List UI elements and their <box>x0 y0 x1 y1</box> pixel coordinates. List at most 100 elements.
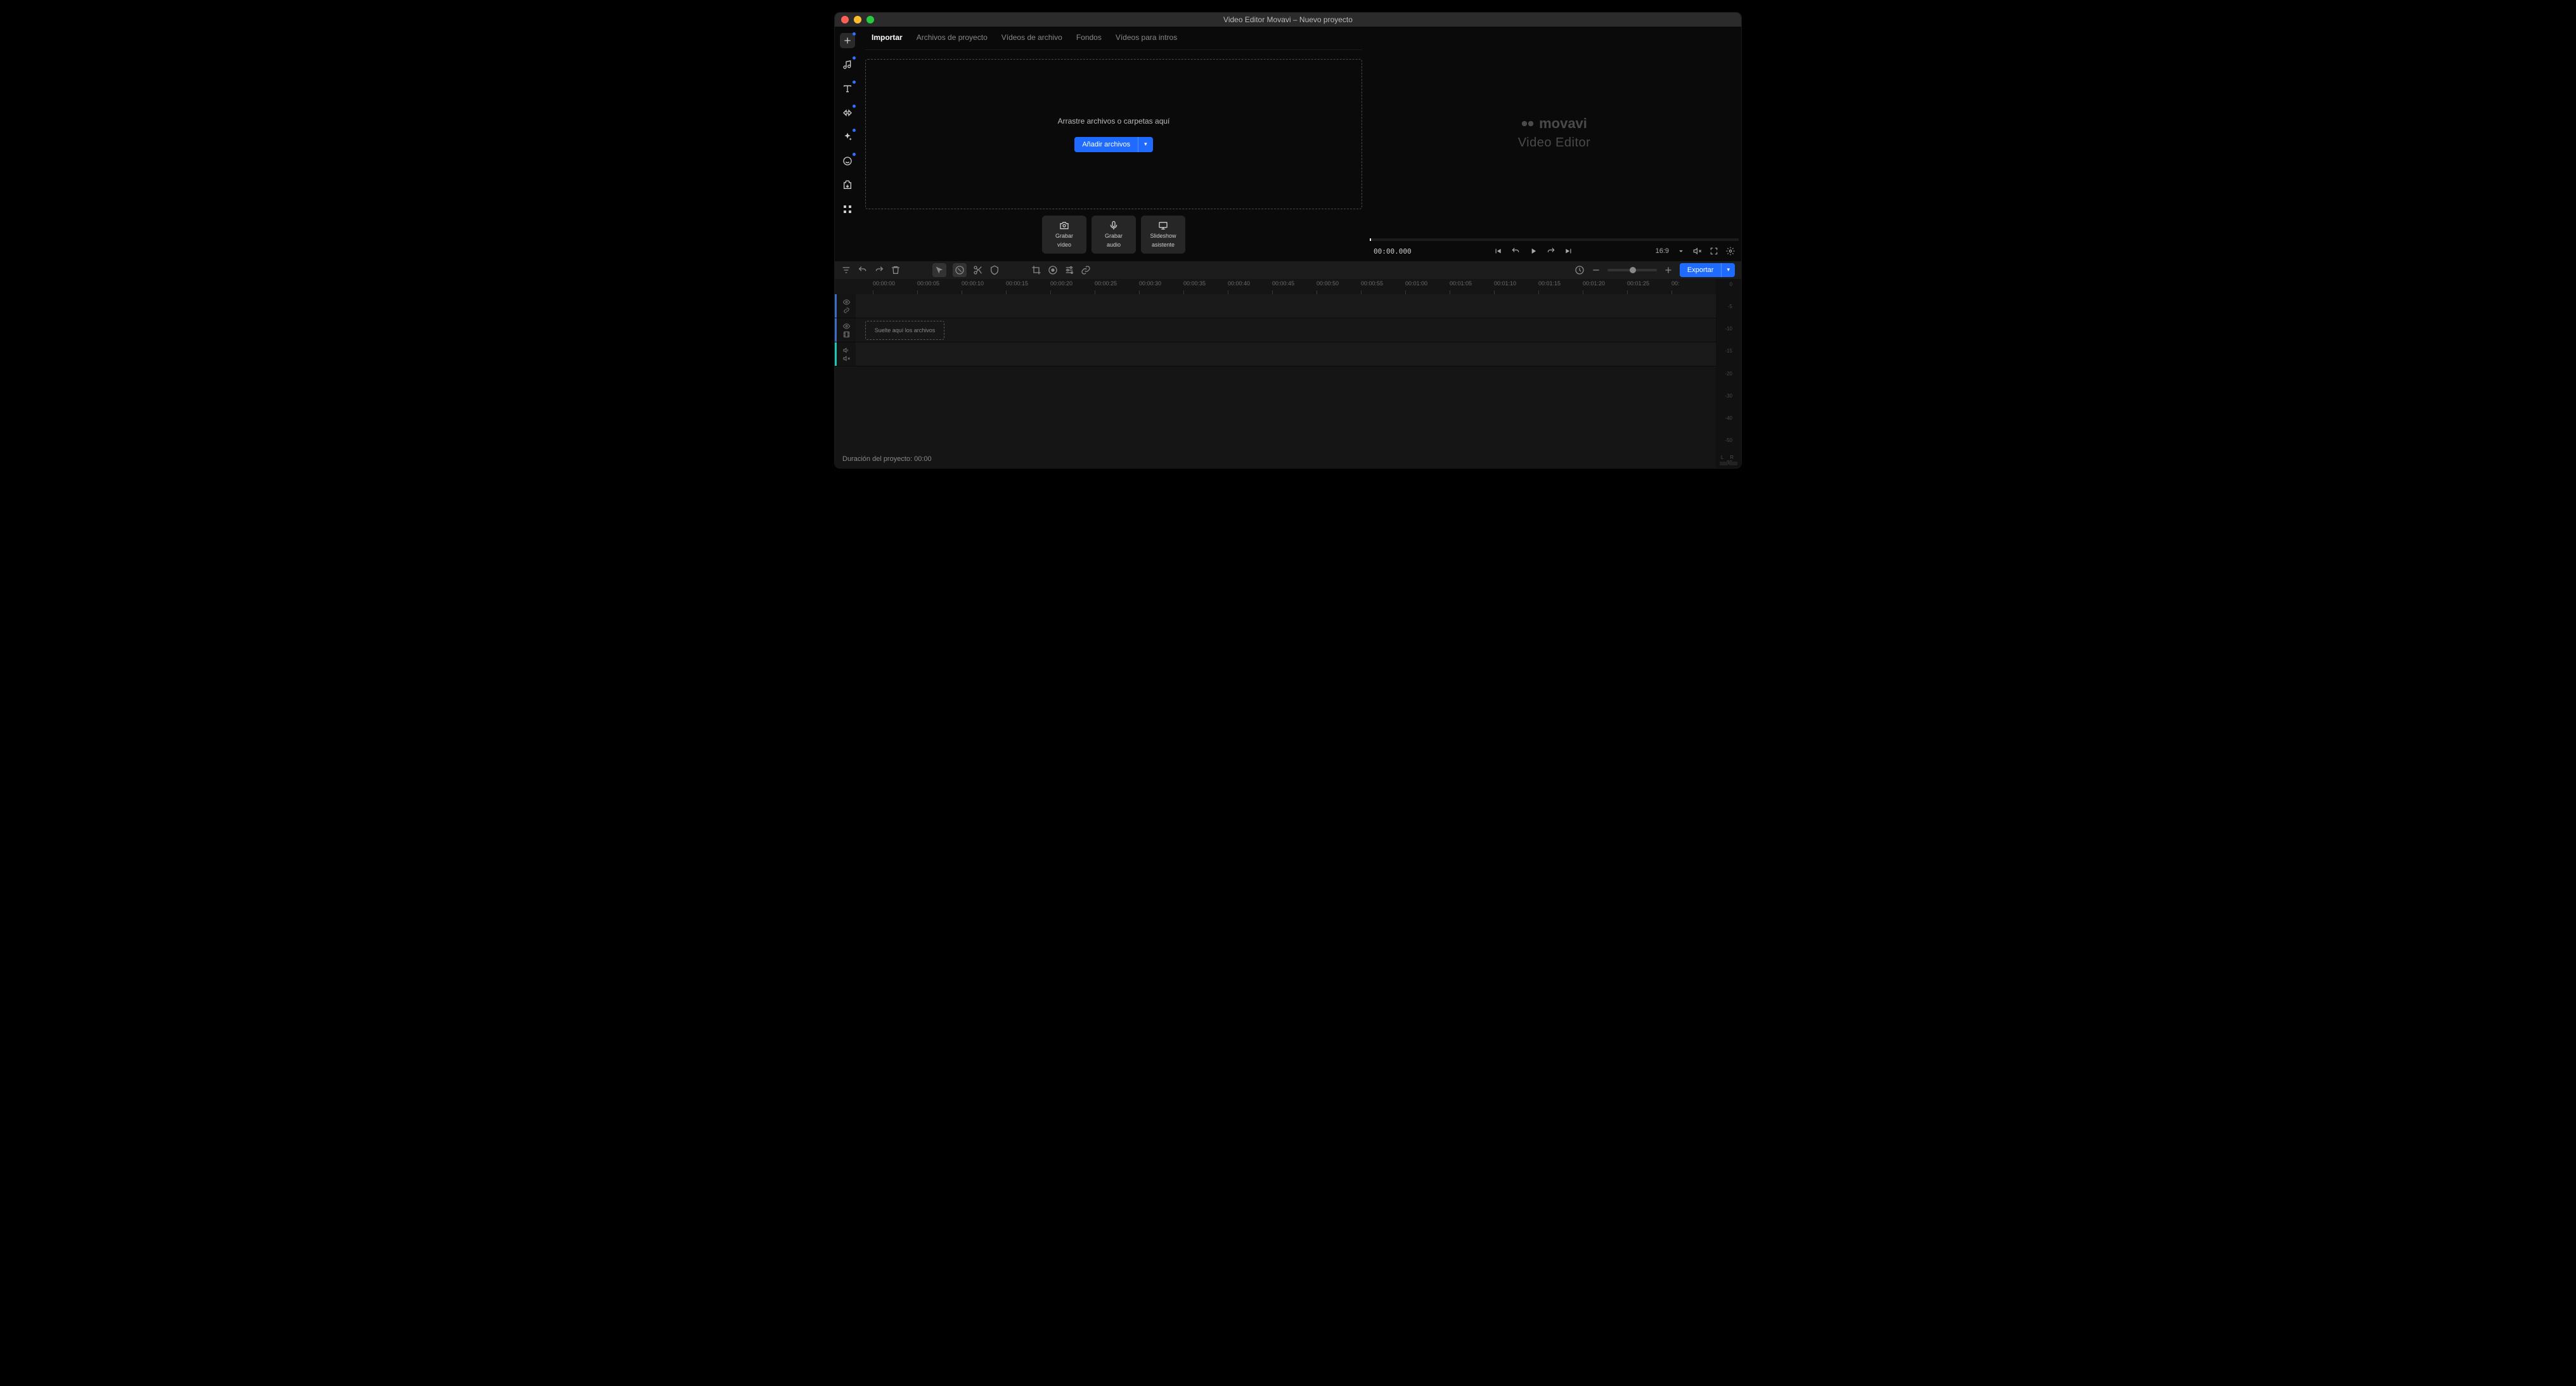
delete-icon[interactable] <box>891 265 901 275</box>
aspect-dropdown-icon[interactable] <box>1677 247 1685 256</box>
record-audio-card[interactable]: Grabar audio <box>1092 216 1136 254</box>
camera-icon <box>1059 221 1069 231</box>
track-body[interactable]: Suelte aquí los archivos <box>856 318 1716 342</box>
movavi-logo: movavi <box>1521 115 1587 132</box>
ruler-tick: 00:00:50 <box>1317 279 1361 294</box>
tab-backgrounds[interactable]: Fondos <box>1076 33 1102 44</box>
ruler-tick: 00:00:20 <box>1050 279 1095 294</box>
shield-icon[interactable] <box>989 265 1000 275</box>
play-button[interactable] <box>1529 247 1538 256</box>
ruler-tick: 00:01:10 <box>1494 279 1538 294</box>
crop-icon[interactable] <box>1031 265 1041 275</box>
maximize-window-button[interactable] <box>866 16 874 23</box>
pointer-tool-icon[interactable] <box>932 263 946 277</box>
export-button-group: Exportar ▾ <box>1680 263 1735 277</box>
track-body[interactable] <box>856 342 1716 366</box>
mute-icon[interactable] <box>843 355 850 362</box>
side-toolbar <box>835 27 860 261</box>
filters-icon[interactable] <box>841 265 851 275</box>
import-drop-area[interactable]: Arrastre archivos o carpetas aquí Añadir… <box>865 59 1362 209</box>
undo-button[interactable] <box>1511 247 1520 256</box>
link-icon[interactable] <box>843 307 850 314</box>
zoom-slider[interactable] <box>1607 269 1657 271</box>
preview-panel: movavi Video Editor 00:00.000 16:9 <box>1367 27 1741 261</box>
add-files-dropdown[interactable]: ▾ <box>1138 137 1153 152</box>
volume-button[interactable] <box>1693 247 1702 256</box>
redo-icon[interactable] <box>874 265 884 275</box>
video-track[interactable]: Suelte aquí los archivos <box>835 318 1716 342</box>
speed-icon[interactable] <box>1575 265 1585 275</box>
audio-meter: 0-5-10-15-20-30-40-50-60 L R <box>1716 279 1741 468</box>
ruler-tick: 00:00:30 <box>1139 279 1183 294</box>
ruler-tick: 00:01:20 <box>1583 279 1627 294</box>
ruler-tick: 00:00:35 <box>1183 279 1228 294</box>
export-button[interactable]: Exportar <box>1680 263 1722 277</box>
badge-dot-icon <box>853 56 856 60</box>
record-video-card[interactable]: Grabar vídeo <box>1042 216 1086 254</box>
speaker-icon[interactable] <box>843 347 850 354</box>
adjust-icon[interactable] <box>1064 265 1074 275</box>
stickers-tool[interactable] <box>840 153 855 169</box>
record-icon[interactable] <box>1048 265 1058 275</box>
eye-icon[interactable] <box>843 323 850 330</box>
settings-button[interactable] <box>1726 247 1735 256</box>
badge-dot-icon <box>853 105 856 108</box>
ruler-tick: 00: <box>1671 279 1716 294</box>
meter-lr-label: L R <box>1716 455 1741 460</box>
blade-tool-icon[interactable] <box>953 263 967 277</box>
app-window: Video Editor Movavi – Nuevo proyecto <box>835 13 1741 468</box>
preview-timecode: 00:00.000 <box>1374 247 1412 256</box>
preview-scrubber[interactable] <box>1370 238 1739 241</box>
meter-tick: -15 <box>1725 348 1732 354</box>
ruler-tick: 00:01:15 <box>1538 279 1583 294</box>
transitions-tool[interactable] <box>840 105 855 120</box>
badge-dot-icon <box>853 32 856 36</box>
record-options: Grabar vídeo Grabar audio Slideshow asis… <box>865 216 1362 261</box>
drop-files-hint: Suelte aquí los archivos <box>865 321 944 340</box>
tab-project-files[interactable]: Archivos de proyecto <box>917 33 988 44</box>
film-icon[interactable] <box>843 331 850 338</box>
next-clip-button[interactable] <box>1564 247 1573 256</box>
effects-tool[interactable] <box>840 129 855 145</box>
timeline-ruler[interactable]: 00:00:0000:00:0500:00:1000:00:1500:00:20… <box>835 279 1716 294</box>
slideshow-card[interactable]: Slideshow asistente <box>1141 216 1185 254</box>
meter-tick: -50 <box>1725 437 1732 443</box>
link-icon[interactable] <box>1081 265 1091 275</box>
cut-icon[interactable] <box>973 265 983 275</box>
undo-icon[interactable] <box>858 265 868 275</box>
audio-track[interactable] <box>835 342 1716 366</box>
tab-stock-videos[interactable]: Vídeos de archivo <box>1001 33 1062 44</box>
meter-tick: -5 <box>1725 304 1732 309</box>
export-dropdown[interactable]: ▾ <box>1721 263 1735 277</box>
add-files-button[interactable]: Añadir archivos <box>1074 137 1138 152</box>
prev-clip-button[interactable] <box>1493 247 1502 256</box>
fullscreen-button[interactable] <box>1710 247 1718 256</box>
eye-icon[interactable] <box>843 299 850 306</box>
zoom-in-icon[interactable] <box>1663 265 1673 275</box>
redo-button[interactable] <box>1547 247 1555 256</box>
minimize-window-button[interactable] <box>854 16 861 23</box>
track-body[interactable] <box>856 294 1716 318</box>
media-tabs: Importar Archivos de proyecto Vídeos de … <box>865 27 1362 50</box>
close-window-button[interactable] <box>841 16 849 23</box>
ruler-tick: 00:00:45 <box>1272 279 1317 294</box>
aspect-label[interactable]: 16:9 <box>1656 247 1669 255</box>
import-tool[interactable] <box>840 33 855 48</box>
tab-intro-videos[interactable]: Vídeos para intros <box>1116 33 1177 44</box>
tab-import[interactable]: Importar <box>872 33 903 44</box>
overlay-track[interactable] <box>835 294 1716 318</box>
export-tool[interactable] <box>840 178 855 193</box>
media-panel: Importar Archivos de proyecto Vídeos de … <box>860 27 1367 261</box>
track-head <box>837 342 856 366</box>
ruler-tick: 00:00:15 <box>1006 279 1050 294</box>
card-label: Grabar <box>1055 233 1073 240</box>
ruler-tick: 00:01:00 <box>1405 279 1450 294</box>
titles-tool[interactable] <box>840 81 855 96</box>
zoom-out-icon[interactable] <box>1591 265 1601 275</box>
more-tool[interactable] <box>840 202 855 217</box>
project-duration: Duración del proyecto: 00:00 <box>842 455 932 463</box>
audio-tool[interactable] <box>840 57 855 72</box>
card-label: asistente <box>1152 242 1175 249</box>
timeline-toolbar: Exportar ▾ <box>835 261 1741 279</box>
meter-tick: -40 <box>1725 415 1732 421</box>
